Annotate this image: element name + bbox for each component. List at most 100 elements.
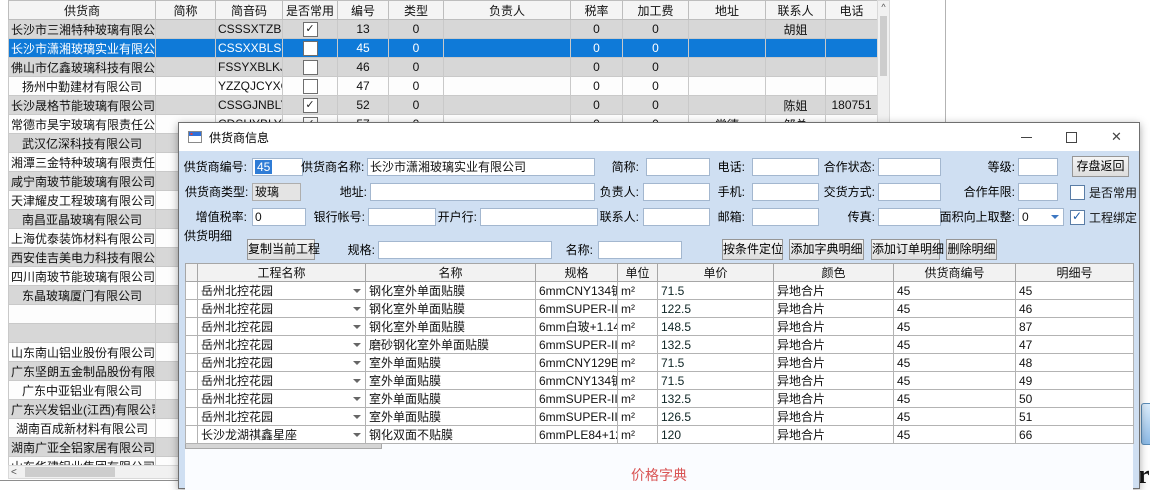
detail-row[interactable]: 岳州北控花园钢化室外单面贴膜6mmCNY134镀膜钢化m²71.5异地合片454… (186, 282, 1134, 300)
project-dropdown-cell[interactable]: 岳州北控花园 (198, 300, 366, 318)
supplier-row[interactable]: 长沙市潇湘玻璃实业有限公司CSSXXBLSY..45000 (9, 39, 878, 58)
column-header[interactable]: 明细号 (1016, 264, 1134, 282)
fax-input[interactable] (878, 208, 941, 226)
supplier-id-input[interactable]: 45 (252, 158, 303, 176)
phone-input[interactable] (752, 158, 819, 176)
manager-input[interactable] (643, 183, 710, 201)
column-header[interactable]: 负责人 (444, 1, 571, 20)
column-header[interactable]: 颜色 (774, 264, 894, 282)
grade-input[interactable] (1018, 158, 1058, 176)
column-header[interactable]: 电话 (826, 1, 878, 20)
scrollbar-thumb[interactable] (880, 16, 887, 76)
project-bind-checkbox[interactable]: 工程绑定 (1070, 208, 1137, 226)
detail-row[interactable]: 长沙龙湖祺鑫星座钢化双面不贴膜6mmPLE84+12A(硅酮胶...m²120异… (186, 426, 1134, 444)
copy-project-button[interactable]: 复制当前工程 (247, 239, 315, 260)
supplier-id-cell: 45 (894, 372, 1016, 390)
email-input[interactable] (752, 208, 819, 226)
column-header[interactable]: 单位 (618, 264, 658, 282)
column-header[interactable]: 地址 (689, 1, 766, 20)
project-dropdown-cell[interactable]: 岳州北控花园 (198, 336, 366, 354)
column-header[interactable]: 编号 (338, 1, 389, 20)
common-use-checkbox[interactable] (303, 60, 318, 75)
short-name-input[interactable] (646, 158, 710, 176)
bank-account-input[interactable] (368, 208, 436, 226)
supplier-row[interactable]: 扬州中勤建材有限公司YZZQJCYXGS47000 (9, 77, 878, 96)
maximize-button[interactable] (1049, 123, 1094, 151)
cell: 胡姐 (766, 20, 826, 39)
detail-row[interactable]: 岳州北控花园磨砂钢化室外单面贴膜6mmSUPER-III+12A(硅...m²1… (186, 336, 1134, 354)
project-dropdown-cell[interactable]: 岳州北控花园 (198, 318, 366, 336)
detail-row[interactable]: 岳州北控花园室外单面贴膜6mmCNY129B镀膜钢化m²71.5异地合片4548 (186, 354, 1134, 372)
grade-label: 等级: (977, 158, 1015, 176)
area-round-dropdown[interactable]: 0 (1018, 208, 1064, 226)
address-input[interactable] (370, 183, 595, 201)
supplier-row[interactable]: 长沙市三湘特种玻璃有限公司CSSSXTZBL..13000胡姐 (9, 20, 878, 39)
name-cell: 钢化室外单面贴膜 (366, 300, 536, 318)
supplier-row[interactable]: 长沙晟格节能玻璃有限公司CSSGJNBLYXGS52000陈姐180751 (9, 96, 878, 115)
detail-row[interactable]: 岳州北控花园钢化室外单面贴膜6mm白玻+1.14PVB+6mm...m²148.… (186, 318, 1134, 336)
column-header[interactable]: 简音码 (216, 1, 283, 20)
save-return-button[interactable]: 存盘返回 (1072, 156, 1129, 177)
spec-cell: 6mmSUPER-III+12A(硅... (536, 408, 618, 426)
column-header[interactable]: 规格 (536, 264, 618, 282)
project-dropdown-cell[interactable]: 岳州北控花园 (198, 354, 366, 372)
cell: 广东中亚铝业有限公司 (9, 381, 156, 400)
detail-row[interactable]: 岳州北控花园钢化室外单面贴膜6mmSUPER-III+12A(硅...m²122… (186, 300, 1134, 318)
common-use-checkbox[interactable] (303, 41, 318, 56)
detail-row[interactable]: 岳州北控花园室外单面贴膜6mmSUPER-III+12A(硅...m²132.5… (186, 390, 1134, 408)
supplier-name-input[interactable]: 长沙市潇湘玻璃实业有限公司 (367, 158, 595, 176)
supplier-name-label: 供货商名称: (301, 158, 363, 176)
close-button[interactable]: ✕ (1094, 123, 1139, 151)
area-round-label: 面积向上取整: (935, 208, 1015, 226)
add-order-detail-button[interactable]: 添加订单明细 (871, 239, 940, 260)
cell (444, 77, 571, 96)
scroll-up-icon[interactable]: ^ (878, 1, 889, 15)
supplier-row[interactable]: 佛山市亿鑫玻璃科技有限公司FSSYXBLKJ..46000 (9, 58, 878, 77)
maximize-icon (1066, 132, 1077, 143)
cell: 0 (623, 77, 689, 96)
detail-row[interactable]: 岳州北控花园室外单面贴膜6mmSUPER-III+12A(硅...m²126.5… (186, 408, 1134, 426)
coop-years-input[interactable] (1018, 183, 1058, 201)
column-header[interactable]: 是否常用 (283, 1, 338, 20)
bank-name-input[interactable] (480, 208, 598, 226)
delivery-method-input[interactable] (878, 183, 941, 201)
detail-grid-header: 工程名称名称规格单位单价颜色供货商编号明细号 (186, 264, 1134, 282)
column-header[interactable]: 类型 (389, 1, 444, 20)
project-dropdown-cell[interactable]: 岳州北控花园 (198, 390, 366, 408)
name-filter-input[interactable] (598, 241, 682, 259)
column-header[interactable]: 简称 (156, 1, 216, 20)
column-header[interactable]: 供货商编号 (894, 264, 1016, 282)
common-use-checkbox[interactable] (303, 22, 318, 37)
supplier-type-input[interactable]: 玻璃 (252, 183, 301, 201)
common-use-checkbox[interactable] (303, 98, 318, 113)
project-dropdown-cell[interactable]: 岳州北控花园 (198, 372, 366, 390)
project-dropdown-cell[interactable]: 岳州北控花园 (198, 282, 366, 300)
project-dropdown-cell[interactable]: 长沙龙湖祺鑫星座 (198, 426, 366, 444)
vat-rate-input[interactable]: 0 (252, 208, 306, 226)
coop-status-input[interactable] (878, 158, 941, 176)
common-use-checkbox[interactable]: 是否常用 (1070, 183, 1137, 201)
common-use-checkbox[interactable] (303, 79, 318, 94)
column-header[interactable]: 单价 (658, 264, 774, 282)
spec-filter-input[interactable] (378, 241, 552, 259)
project-dropdown-cell[interactable]: 岳州北控花园 (198, 408, 366, 426)
dialog-titlebar[interactable]: 供货商信息 ✕ (179, 123, 1139, 151)
scroll-left-icon[interactable]: < (11, 466, 17, 479)
mobile-input[interactable] (752, 183, 819, 201)
detail-row[interactable]: 岳州北控花园室外单面贴膜6mmCNY134镀膜钢化m²71.5异地合片4549 (186, 372, 1134, 390)
price-dictionary-label: 价格字典 (179, 465, 1139, 485)
column-header[interactable]: 工程名称 (198, 264, 366, 282)
chevron-down-icon (353, 397, 361, 401)
locate-by-condition-button[interactable]: 按条件定位 (722, 239, 783, 260)
contact-input[interactable] (643, 208, 710, 226)
column-header[interactable]: 加工费 (623, 1, 689, 20)
column-header[interactable]: 联系人 (766, 1, 826, 20)
column-header[interactable]: 供货商 (9, 1, 156, 20)
cell: 上海优泰装饰材料有限公司 (9, 229, 156, 248)
minimize-button[interactable] (1004, 123, 1049, 151)
delete-detail-button[interactable]: 删除明细 (946, 239, 997, 260)
column-header[interactable]: 名称 (366, 264, 536, 282)
column-header[interactable]: 税率 (571, 1, 623, 20)
add-dict-detail-button[interactable]: 添加字典明细 (789, 239, 864, 260)
scrollbar-thumb[interactable] (25, 467, 115, 477)
